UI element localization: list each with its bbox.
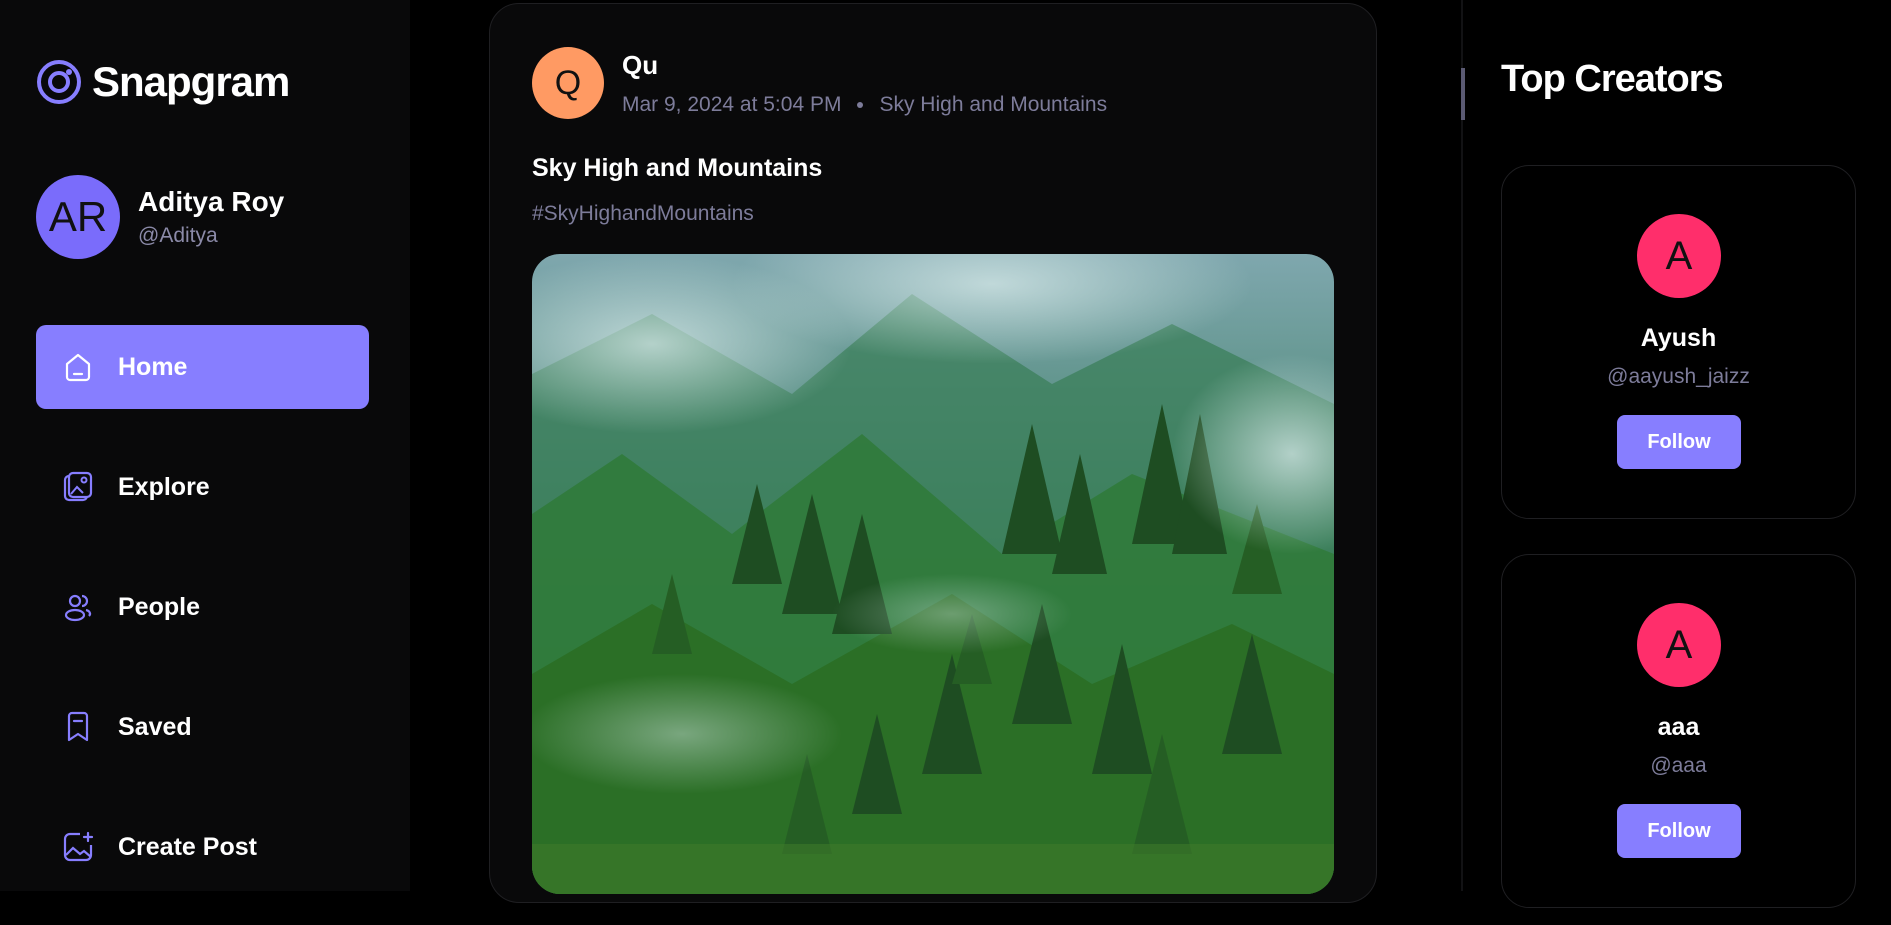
follow-button[interactable]: Follow — [1617, 415, 1741, 469]
follow-button[interactable]: Follow — [1617, 804, 1741, 858]
avatar: A — [1637, 603, 1721, 687]
nav-item-saved[interactable]: Saved — [36, 685, 369, 769]
nav-label: Explore — [118, 472, 210, 501]
gallery-icon — [60, 469, 96, 505]
post-caption: Sky High and Mountains — [532, 154, 823, 182]
creator-name: Ayush — [1640, 324, 1717, 352]
creator-handle: @aayush_jaizz — [1607, 365, 1750, 388]
post-location: Sky High and Mountains — [879, 92, 1108, 116]
people-icon — [60, 589, 96, 625]
nav-item-explore[interactable]: Explore — [36, 445, 369, 529]
post-header: Q Qu Mar 9, 2024 at 5:04 PM Sky High and… — [532, 47, 1107, 119]
home-icon — [60, 349, 96, 385]
snapgram-logo-icon — [37, 60, 81, 104]
right-divider — [1461, 0, 1463, 891]
post-author-avatar[interactable]: Q — [532, 47, 604, 119]
avatar: A — [1637, 214, 1721, 298]
top-creators-title: Top Creators — [1501, 58, 1724, 100]
scrollbar-thumb[interactable] — [1461, 68, 1465, 120]
creator-card[interactable]: A aaa @aaa Follow — [1501, 554, 1856, 908]
creator-handle: @aaa — [1650, 754, 1707, 777]
user-profile[interactable]: AR Aditya Roy @Aditya — [36, 175, 284, 259]
post-image[interactable] — [532, 254, 1334, 894]
main-nav: Home Explore People Saved Create Post — [36, 325, 369, 925]
post-card: Q Qu Mar 9, 2024 at 5:04 PM Sky High and… — [489, 3, 1377, 903]
app-name: Snapgram — [92, 58, 290, 105]
nav-label: Saved — [118, 712, 192, 741]
nav-label: People — [118, 592, 200, 621]
creator-name: aaa — [1657, 713, 1700, 741]
creator-card[interactable]: A Ayush @aayush_jaizz Follow — [1501, 165, 1856, 519]
left-sidebar: Snapgram AR Aditya Roy @Aditya Home Expl… — [0, 0, 410, 891]
user-name: Aditya Roy — [138, 186, 285, 217]
post-author[interactable]: Qu — [622, 50, 1107, 81]
app-logo[interactable]: Snapgram — [36, 58, 290, 106]
nav-item-people[interactable]: People — [36, 565, 369, 649]
user-handle: @Aditya — [138, 224, 218, 247]
nav-item-home[interactable]: Home — [36, 325, 369, 409]
separator-dot — [857, 101, 864, 108]
post-date: Mar 9, 2024 at 5:04 PM — [622, 92, 842, 116]
mountain-forest-image — [532, 254, 1334, 894]
nav-label: Home — [118, 352, 188, 381]
post-tags[interactable]: #SkyHighandMountains — [532, 202, 754, 226]
nav-item-create-post[interactable]: Create Post — [36, 805, 369, 889]
avatar: AR — [36, 175, 120, 259]
nav-label: Create Post — [118, 832, 257, 861]
add-image-icon — [60, 829, 96, 865]
bookmark-icon — [60, 709, 96, 745]
